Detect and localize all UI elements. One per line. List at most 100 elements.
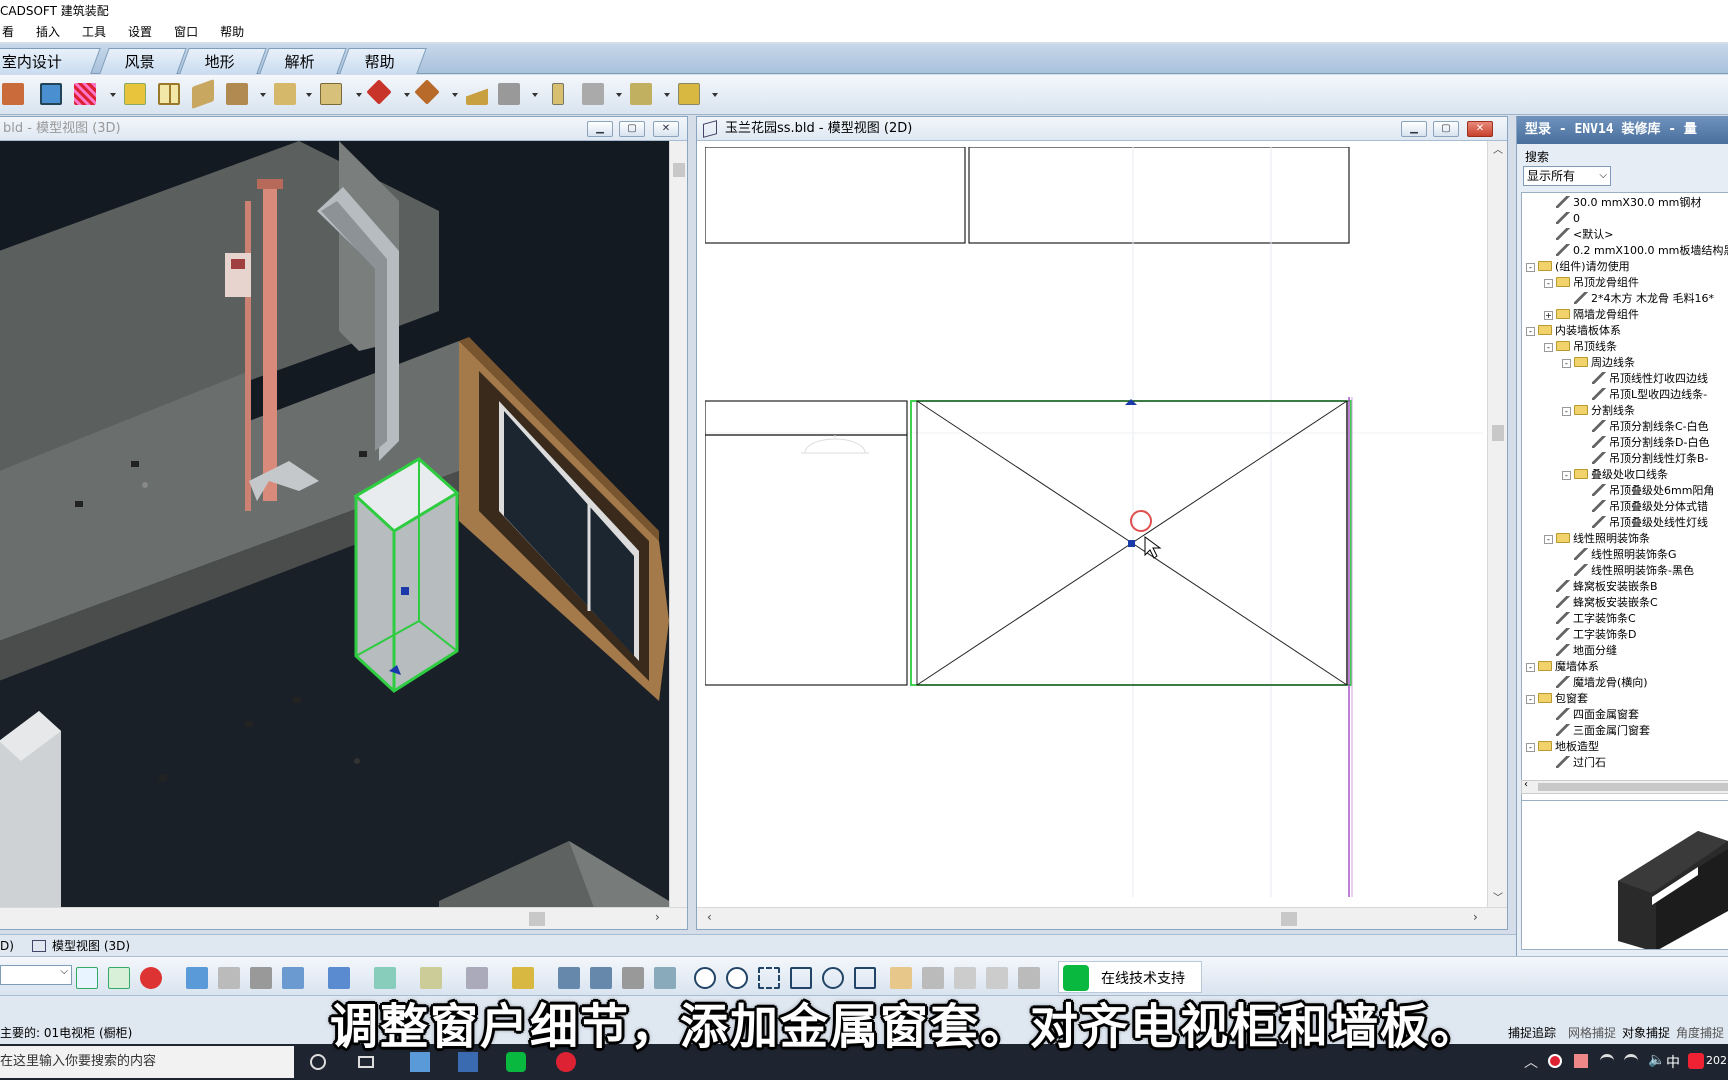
tree-item[interactable]: - 叠级处收口线条 [1562,467,1668,483]
tree-item[interactable]: 吊顶线性灯收四边线 [1580,371,1708,387]
tool-icon-b6[interactable] [374,967,396,989]
minimize-button[interactable]: ▁ [587,121,613,137]
tool-icon-b11[interactable] [590,967,612,989]
close-button[interactable]: ✕ [1467,121,1493,137]
tree-item[interactable]: - 包窗套 [1526,691,1588,707]
zoom-icon[interactable] [822,967,844,989]
tree-item[interactable]: 地面分缝 [1544,643,1617,659]
tree-item[interactable]: - 分割线条 [1562,403,1635,419]
horizontal-scrollbar[interactable]: › [0,907,687,929]
tool-icon-1[interactable] [2,83,24,105]
collapse-icon[interactable]: - [1562,359,1571,368]
close-button[interactable]: ✕ [653,121,679,137]
view-3d-button[interactable] [140,967,162,989]
tool-icon-9[interactable] [366,79,392,105]
collapse-icon[interactable]: - [1526,743,1535,752]
zoom-in-icon[interactable] [694,967,716,989]
tree-item[interactable]: 吊顶分割线条D-白色 [1580,435,1709,451]
zoom-extents-icon[interactable] [790,967,812,989]
network-icon[interactable] [1600,1054,1614,1068]
tree-item[interactable]: 吊顶叠级处6mm阳角 [1580,483,1714,499]
box-icon[interactable] [512,967,534,989]
collapse-icon[interactable]: - [1544,343,1553,352]
door-icon[interactable] [124,83,146,105]
tree-item[interactable]: 吊顶叠级处分体式错 [1580,499,1708,515]
collapse-icon[interactable]: - [1544,279,1553,288]
tree-item[interactable]: 2*4木方 木龙骨 毛料16* [1562,291,1714,307]
tab-3d-view[interactable]: 模型视图 (3D) [52,935,130,957]
collapse-icon[interactable]: - [1526,663,1535,672]
network-icon-2[interactable] [1624,1054,1638,1068]
menu-view[interactable]: 看 [0,22,16,42]
window-icon[interactable] [158,83,180,105]
maximize-button[interactable]: ▢ [619,121,645,137]
tree-item[interactable]: 吊顶分割线性灯条B- [1580,451,1709,467]
layer-select[interactable]: ⌵ [0,965,72,985]
filter-icon[interactable] [420,967,442,989]
expand-icon[interactable]: + [1544,311,1553,320]
maximize-button[interactable]: ▢ [1433,121,1459,137]
tool-icon-b12[interactable] [622,967,644,989]
collapse-icon[interactable]: - [1562,471,1571,480]
tree-item[interactable]: 30.0 mmX30.0 mm钢材 [1544,195,1701,211]
tool-icon-7[interactable] [274,83,296,105]
minimize-button[interactable]: ▁ [1401,121,1427,137]
tree-item[interactable]: - 魔墙体系 [1526,659,1599,675]
sogou-ime-icon[interactable] [1688,1053,1704,1069]
view-2d-button[interactable] [76,967,98,989]
tree-horizontal-scrollbar[interactable]: ‹ [1521,779,1728,794]
cortana-icon[interactable] [310,1054,326,1070]
tree-item[interactable]: 线性照明装饰条G [1562,547,1677,563]
zoom-out-icon[interactable] [726,967,748,989]
tab-terrain[interactable]: 地形 [179,48,267,74]
ramp-icon[interactable] [466,83,488,105]
house-outline-icon[interactable] [282,967,304,989]
tool-icon-b8[interactable] [466,967,488,989]
zoom-fit-icon[interactable] [854,967,876,989]
menu-tools[interactable]: 工具 [80,22,108,42]
menu-window[interactable]: 窗口 [172,22,200,42]
tool-icon-b1[interactable] [186,967,208,989]
tree-item[interactable]: 魔墙龙骨(横向) [1544,675,1648,691]
tool-icon-10[interactable] [414,79,440,105]
view-2d-split-button[interactable] [108,967,130,989]
tree-item[interactable]: 0.2 mmX100.0 mm板墙结构黑 [1544,243,1728,259]
taskbar-search-box[interactable]: 在这里输入你要搜索的内容 [0,1046,294,1078]
tab-2d-view[interactable]: D) [0,935,14,957]
zoom-window-icon[interactable] [758,967,780,989]
clock[interactable]: 202 [1706,1054,1727,1067]
tree-item[interactable]: - 吊顶龙骨组件 [1544,275,1639,291]
ime-indicator[interactable]: 中 [1666,1052,1680,1072]
tab-help[interactable]: 帮助 [339,48,427,74]
tray-chevron-icon[interactable]: ︿ [1524,1052,1538,1072]
tool-icon-8[interactable] [320,83,342,105]
tool-icon-b22[interactable] [954,967,976,989]
tree-item[interactable]: 工字装饰条C [1544,611,1636,627]
tree-item[interactable]: 线性照明装饰条-黑色 [1562,563,1694,579]
grid-snap-toggle[interactable]: 网格捕捉 [1568,1024,1616,1041]
tree-item[interactable]: 三面金属门窗套 [1544,723,1650,739]
online-support-button[interactable]: 在线技术支持 [1058,961,1202,993]
tree-item[interactable]: 蜂窝板安装嵌条B [1544,579,1658,595]
house-icon[interactable] [250,967,272,989]
menu-help[interactable]: 帮助 [218,22,246,42]
tree-item[interactable]: - 内装墙板体系 [1526,323,1621,339]
tab-analysis[interactable]: 解析 [259,48,347,74]
volume-icon[interactable]: 🔈 [1648,1052,1665,1068]
tree-item[interactable]: - 周边线条 [1562,355,1635,371]
collapse-icon[interactable]: - [1526,263,1535,272]
tool-icon-2[interactable] [40,83,62,105]
tree-item[interactable]: <默认> [1544,227,1613,243]
canvas-2d[interactable] [705,147,1483,905]
tool-icon-b13[interactable] [654,967,676,989]
tool-icon-b5[interactable] [328,967,350,989]
tab-landscape[interactable]: 风景 [99,48,187,74]
filter-select[interactable]: 显示所有 ⌵ [1523,166,1611,186]
snap-trace-toggle[interactable]: 捕捉追踪 [1508,1024,1556,1041]
tree-item[interactable]: 四面金属窗套 [1544,707,1639,723]
tool-icon-16[interactable] [678,83,700,105]
stairs-icon[interactable] [74,83,96,105]
tree-item[interactable]: 吊顶L型收四边线条- [1580,387,1707,403]
collapse-icon[interactable]: - [1562,407,1571,416]
tool-icon-b24[interactable] [1018,967,1040,989]
